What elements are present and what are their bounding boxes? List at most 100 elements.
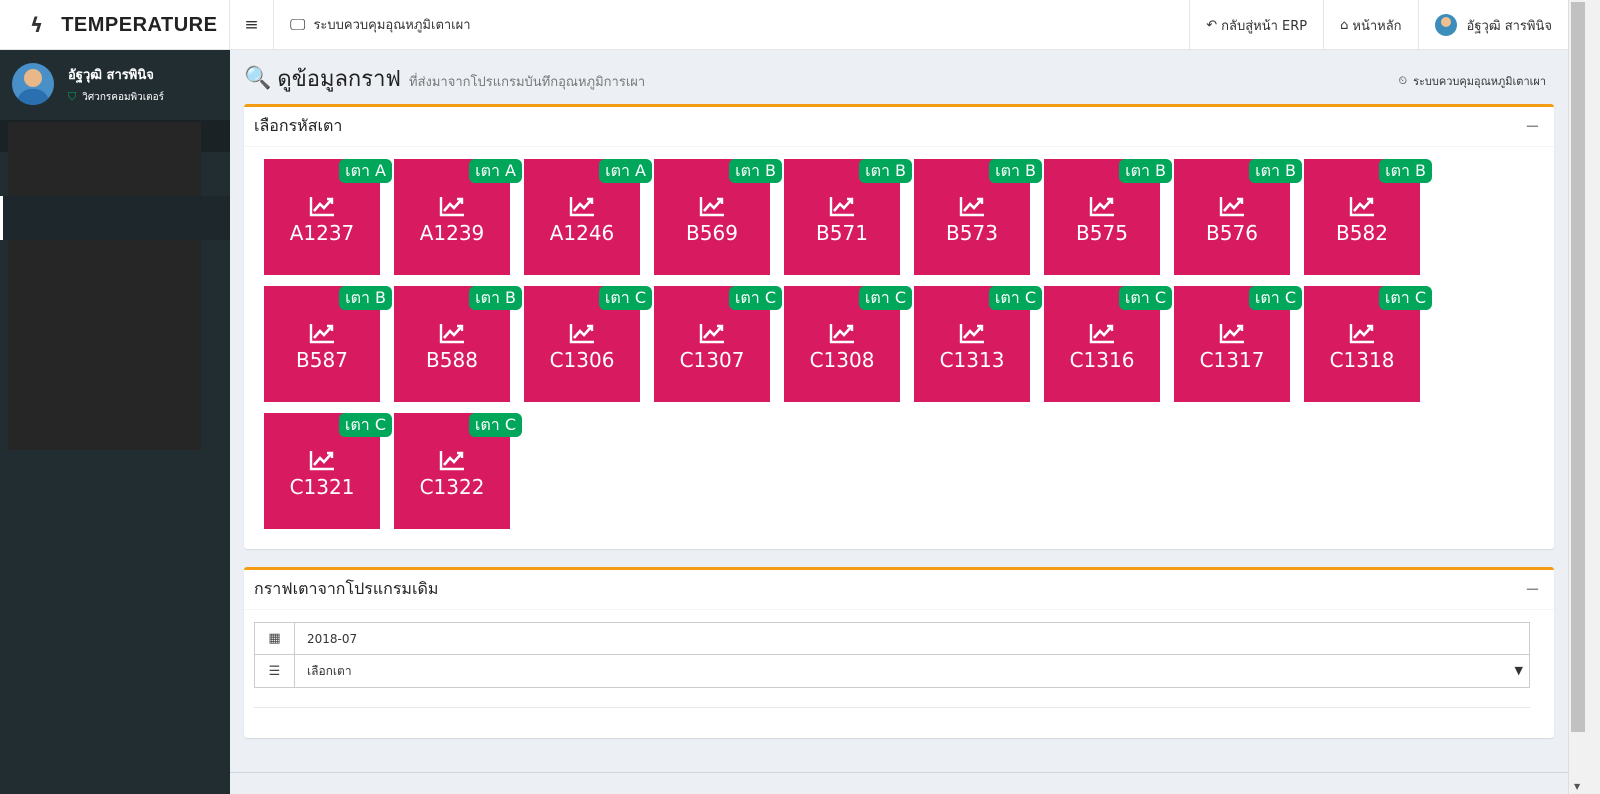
breadcrumb-label: ระบบควบคุมอุณหภูมิเตาเผา xyxy=(1413,75,1546,88)
user-menu-name: อัฐวุฒิ สารพินิจ xyxy=(1466,18,1552,34)
line-chart-icon xyxy=(699,197,724,217)
line-chart-icon xyxy=(309,324,334,344)
kiln-group-badge: เตา B xyxy=(339,286,392,310)
kiln-tile[interactable]: เตา A A1246 xyxy=(524,159,652,275)
kiln-code: B587 xyxy=(296,348,348,372)
scroll-down-icon[interactable]: ▼ xyxy=(1574,782,1580,791)
kiln-tile[interactable]: เตา C C1317 xyxy=(1174,286,1302,402)
kiln-group-badge: เตา B xyxy=(989,159,1042,183)
line-chart-icon xyxy=(1089,324,1114,344)
reply-icon: ↶ xyxy=(1206,17,1218,33)
divider xyxy=(254,707,1530,708)
kiln-group-badge: เตา B xyxy=(1379,159,1432,183)
kiln-group-badge: เตา B xyxy=(859,159,912,183)
kiln-box-title: เลือกรหัสเตา xyxy=(254,116,343,135)
user-menu[interactable]: อัฐวุฒิ สารพินิจ xyxy=(1417,0,1568,50)
kiln-tile[interactable]: เตา B B571 xyxy=(784,159,912,275)
legacy-box-header: กราฟเตาจากโปรแกรมเดิม − xyxy=(244,570,1554,610)
kiln-tile[interactable]: เตา A A1239 xyxy=(394,159,522,275)
user-panel: อัฐวุฒิ สารพินิจ ⛉ วิศวกรคอมพิวเตอร์ xyxy=(0,50,230,118)
page-subtitle: ที่ส่งมาจากโปรแกรมบันทึกอุณหภูมิการเผา xyxy=(409,74,646,90)
collapse-button[interactable]: − xyxy=(1525,579,1540,600)
kiln-code: C1313 xyxy=(939,348,1005,372)
kiln-group-badge: เตา C xyxy=(1118,286,1172,310)
kiln-tile[interactable]: เตา B B582 xyxy=(1304,159,1432,275)
footer-divider xyxy=(230,772,1568,773)
kiln-group-badge: เตา C xyxy=(1248,286,1302,310)
month-input-group: ▦ 2018-07 xyxy=(254,622,1530,655)
kiln-tile[interactable]: เตา B B587 xyxy=(264,286,392,402)
scrollbar-thumb[interactable] xyxy=(1571,2,1585,732)
kiln-tile[interactable]: เตา B B588 xyxy=(394,286,522,402)
month-input[interactable]: 2018-07 xyxy=(295,623,1529,654)
line-chart-icon xyxy=(829,197,854,217)
legacy-box-title: กราฟเตาจากโปรแกรมเดิม xyxy=(254,579,439,598)
kiln-tile[interactable]: เตา B B573 xyxy=(914,159,1042,275)
kiln-code: A1237 xyxy=(289,221,355,245)
kiln-code: C1321 xyxy=(289,475,355,499)
kiln-group-badge: เตา B xyxy=(729,159,782,183)
kiln-code: A1239 xyxy=(419,221,485,245)
kiln-select[interactable]: เลือกเตา ▼ xyxy=(295,655,1529,687)
kiln-select-group: ☰ เลือกเตา ▼ xyxy=(254,655,1530,688)
kiln-code: B569 xyxy=(686,221,738,245)
kiln-code: B588 xyxy=(426,348,478,372)
sidebar-user-name: อัฐวุฒิ สารพินิจ xyxy=(68,67,154,83)
kiln-code: A1246 xyxy=(549,221,615,245)
content-header: 🔍 ดูข้อมูลกราฟ ที่ส่งมาจากโปรแกรมบันทึกอ… xyxy=(230,50,1568,106)
kiln-tile[interactable]: เตา C C1316 xyxy=(1044,286,1172,402)
kiln-tile[interactable]: เตา C C1321 xyxy=(264,413,392,529)
page-scrollbar[interactable]: ▲ ▼ xyxy=(1568,0,1600,794)
kiln-code: C1308 xyxy=(809,348,875,372)
monitor-icon: 🖵 xyxy=(290,14,306,34)
kiln-group-badge: เตา B xyxy=(469,286,522,310)
kiln-tile[interactable]: เตา C C1307 xyxy=(654,286,782,402)
kiln-group-badge: เตา C xyxy=(1378,286,1432,310)
kiln-group-badge: เตา B xyxy=(1119,159,1172,183)
back-to-erp-link[interactable]: ↶ กลับสู่หน้า ERP xyxy=(1189,0,1323,50)
kiln-tile[interactable]: เตา C C1308 xyxy=(784,286,912,402)
kiln-select-value: เลือกเตา xyxy=(307,663,352,678)
sidebar: อัฐวุฒิ สารพินิจ ⛉ วิศวกรคอมพิวเตอร์ xyxy=(0,50,230,794)
kiln-tile[interactable]: เตา B B569 xyxy=(654,159,782,275)
kiln-tile[interactable]: เตา C C1313 xyxy=(914,286,1042,402)
system-title-link[interactable]: 🖵 ระบบควบคุมอุณหภูมิเตาเผา xyxy=(274,0,471,49)
kiln-select-box: เลือกรหัสเตา − เตา A A1237 เตา A A1239 เตา A… xyxy=(244,104,1554,549)
calendar-icon: ▦ xyxy=(255,623,295,654)
caret-down-icon: ▼ xyxy=(1514,664,1523,677)
kiln-code: C1318 xyxy=(1329,348,1395,372)
breadcrumb[interactable]: ⏲ ระบบควบคุมอุณหภูมิเตาเผา xyxy=(1398,72,1546,90)
kiln-code: B576 xyxy=(1206,221,1258,245)
kiln-tile[interactable]: เตา C C1322 xyxy=(394,413,522,529)
line-chart-icon xyxy=(309,197,334,217)
sidebar-item-active[interactable] xyxy=(0,196,230,240)
kiln-tile[interactable]: เตา C C1306 xyxy=(524,286,652,402)
home-label: หน้าหลัก xyxy=(1352,18,1402,34)
kiln-tile[interactable]: เตา A A1237 xyxy=(264,159,392,275)
brand-name: TEMPERATURE xyxy=(61,13,218,36)
dashboard-icon: ⏲ xyxy=(1398,74,1408,87)
line-chart-icon xyxy=(439,324,464,344)
kiln-group-badge: เตา A xyxy=(469,159,522,183)
kiln-group-badge: เตา C xyxy=(728,286,782,310)
collapse-button[interactable]: − xyxy=(1525,116,1540,137)
content-wrapper: 🔍 ดูข้อมูลกราฟ ที่ส่งมาจากโปรแกรมบันทึกอ… xyxy=(230,50,1568,794)
sidebar-user-role: วิศวกรคอมพิวเตอร์ xyxy=(82,91,165,103)
line-chart-icon xyxy=(1219,197,1244,217)
kiln-tile[interactable]: เตา B B576 xyxy=(1174,159,1302,275)
legacy-form: ▦ 2018-07 ☰ เลือกเตา ▼ xyxy=(254,622,1530,688)
kiln-code: B575 xyxy=(1076,221,1128,245)
sidebar-toggle-button[interactable]: ≡ xyxy=(230,0,274,50)
kiln-box-header: เลือกรหัสเตา − xyxy=(244,107,1554,147)
kiln-tile[interactable]: เตา B B575 xyxy=(1044,159,1172,275)
home-link[interactable]: ⌂ หน้าหลัก xyxy=(1323,0,1417,50)
kiln-group-badge: เตา C xyxy=(858,286,912,310)
kiln-group-badge: เตา C xyxy=(468,413,522,437)
brand-logo[interactable]: ϟ TEMPERATURE xyxy=(0,0,230,50)
bars-icon: ≡ xyxy=(244,15,259,35)
line-chart-icon xyxy=(1219,324,1244,344)
line-chart-icon xyxy=(569,324,594,344)
kiln-tile[interactable]: เตา C C1318 xyxy=(1304,286,1432,402)
top-navbar: ϟ TEMPERATURE ≡ 🖵 ระบบควบคุมอุณหภูมิเตาเ… xyxy=(0,0,1568,50)
system-title: ระบบควบคุมอุณหภูมิเตาเผา xyxy=(313,18,471,33)
